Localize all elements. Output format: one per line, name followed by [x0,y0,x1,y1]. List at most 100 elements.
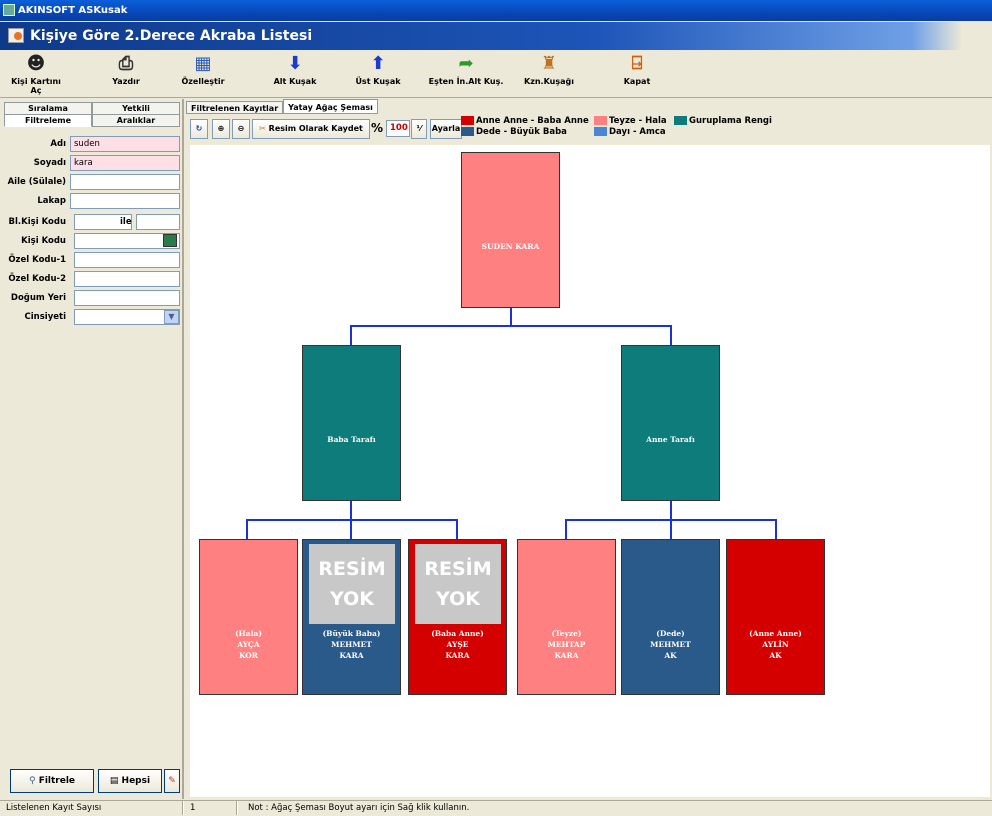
filter-row-adi: Adı suden [0,136,184,152]
person-node[interactable]: RESİM YOK (Büyük Baba) MEHMET KARA [302,539,401,695]
adi-field[interactable]: suden [70,136,180,152]
tab-horizontal-tree[interactable]: Yatay Ağaç Şeması [283,99,378,114]
tab-filtreleme[interactable]: Filtreleme [4,114,92,127]
person-card-icon: ☻ [26,53,46,74]
clear-filter-button[interactable]: ✎ [164,769,180,793]
soyadi-field[interactable]: kara [70,155,180,171]
tab-filtered-records[interactable]: Filtrelenen Kayıtlar [186,101,284,114]
filter-row-dogum-yeri: Doğum Yeri [0,290,184,306]
page-title: Kişiye Göre 2.Derece Akraba Listesi [30,28,313,44]
filter-row-kisi-kodu: Kişi Kodu [0,233,184,249]
tab-araliklar[interactable]: Aralıklar [92,114,180,127]
filter-button[interactable]: ⚲ Filtrele [10,769,94,793]
app-titlebar: AKINSOFT ASKusak [0,0,992,21]
spouse-lower-generation-button[interactable]: ➦ Eşten İn.Alt Kuş. [424,53,508,95]
legend-swatch [461,127,474,136]
left-tabs-row2: Filtreleme Aralıklar [4,114,180,127]
app-title: AKINSOFT ASKusak [18,5,128,16]
connector [670,325,672,345]
filter-row-cinsiyeti: Cinsiyeti ▼ [0,309,184,325]
person-node[interactable]: (Teyze) MEHTAP KARA [517,539,616,695]
legend-swatch [594,116,607,125]
connector [350,325,672,327]
refresh-icon: ↻ [195,124,203,133]
legend-item: Teyze - Hala [594,116,667,127]
pages-icon: ▤ [109,776,122,786]
zoom-out-icon: ⊖ [237,124,245,133]
save-as-image-button[interactable]: ✂ Resim Olarak Kaydet [252,119,370,139]
connector [565,519,567,539]
no-image-placeholder: RESİM YOK [309,544,395,624]
filter-icon: ⚲ [28,776,39,786]
field-label: Doğum Yeri [10,293,66,303]
main-toolbar: ☻ Kişi Kartını Aç ⎙ Yazdır ▦ Özelleştir ⬇ Al… [0,51,992,98]
percent-fit-button[interactable]: ⅟ [411,119,427,139]
close-button[interactable]: ⍈ Kapat [620,53,654,95]
group-node-mother[interactable]: Anne Tarafı [621,345,720,501]
lookup-icon[interactable] [163,234,177,247]
zoom-in-button[interactable]: ⊕ [212,119,230,139]
chevron-down-icon[interactable]: ▼ [164,310,179,324]
percent-label: % [371,121,384,135]
connector [775,519,777,539]
legend-swatch [674,116,687,125]
bl-kisi-kodu-to-field[interactable] [136,214,180,230]
arrow-down-icon: ⬇ [287,53,303,74]
field-label: Lakap [37,196,66,206]
connector [670,519,672,539]
status-divider [236,801,238,815]
aile-field[interactable] [70,174,180,190]
group-node-father[interactable]: Baba Tarafı [302,345,401,501]
legend-col1: Anne Anne - Baba Anne Dede - Büyük Baba [461,116,589,138]
lower-generation-button[interactable]: ⬇ Alt Kuşak [270,53,320,95]
zoom-field[interactable]: 100 [386,120,410,137]
zoom-out-button[interactable]: ⊖ [232,119,250,139]
legend-swatch [594,127,607,136]
field-label: Aile (Sülale) [7,177,66,187]
ile-label: ile [120,217,132,227]
adjust-button[interactable]: Ayarla [430,119,462,139]
dogum-yeri-field[interactable] [74,290,180,306]
person-node[interactable]: (Hala) AYÇA KOR [199,539,298,695]
lakap-field[interactable] [70,193,180,209]
person-node[interactable]: (Dede) MEHMET AK [621,539,720,695]
connector [350,501,352,519]
no-image-placeholder: RESİM YOK [415,544,501,624]
print-button[interactable]: ⎙ Yazdır [106,53,146,95]
connector [670,501,672,519]
filter-row-ozel-kodu-1: Özel Kodu-1 [0,252,184,268]
page-header: Kişiye Göre 2.Derece Akraba Listesi [0,22,992,50]
upper-generation-button[interactable]: ⬆ Üst Kuşak [352,53,404,95]
field-label: Bl.Kişi Kodu [8,217,66,227]
status-note: Not : Ağaç Şeması Boyut ayarı için Sağ k… [248,803,470,813]
filter-row-lakap: Lakap [0,193,184,209]
field-label: Adı [50,139,66,149]
all-button[interactable]: ▤ Hepsi [98,769,162,793]
person-node[interactable]: RESİM YOK (Baba Anne) AYŞE KARA [408,539,507,695]
filter-row-ozel-kodu-2: Özel Kodu-2 [0,271,184,287]
person-node[interactable]: (Anne Anne) AYLİN AK [726,539,825,695]
printer-icon: ⎙ [118,53,134,74]
root-node[interactable]: SUDEN KARA [461,152,560,308]
zoom-in-icon: ⊕ [217,124,225,133]
legend-item: Guruplama Rengi [674,116,772,127]
arrow-up-icon: ⬆ [370,53,386,74]
open-person-card-button[interactable]: ☻ Kişi Kartını Aç [6,53,66,95]
legend-swatch [461,116,474,125]
legend-col3: Guruplama Rengi [674,116,772,127]
status-divider [182,801,184,815]
ozel-kodu-2-field[interactable] [74,271,180,287]
connector [246,519,248,539]
app-icon [3,4,15,16]
legend-item: Dede - Büyük Baba [461,127,589,138]
eraser-icon: ✎ [168,776,176,786]
refresh-button[interactable]: ↻ [190,119,208,139]
filter-row-aile: Aile (Sülale) [0,174,184,190]
tree-panel: Filtrelenen Kayıtlar Yatay Ağaç Şeması ↻… [186,99,992,799]
ozel-kodu-1-field[interactable] [74,252,180,268]
customize-button[interactable]: ▦ Özelleştir [178,53,228,95]
legend-item: Dayı - Amca [594,127,667,138]
in-law-generation-button[interactable]: ♜ Kzn.Kuşağı [522,53,576,95]
connector [510,307,512,325]
connector [456,519,458,539]
